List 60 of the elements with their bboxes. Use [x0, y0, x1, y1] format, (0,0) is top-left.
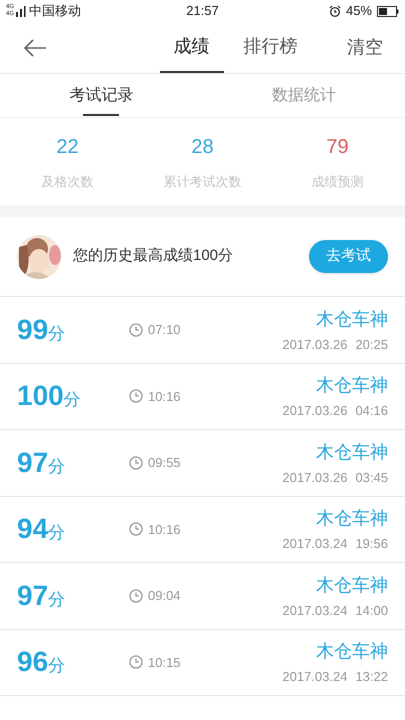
- score-unit: 分: [48, 322, 66, 345]
- user-name: 木仓车神: [316, 374, 388, 397]
- clock-icon: [129, 655, 143, 670]
- back-arrow-icon: [23, 38, 47, 56]
- record-date: 2017.03.26: [282, 402, 348, 420]
- header-tab[interactable]: 排行榜: [230, 22, 312, 73]
- score-value: 94: [17, 512, 48, 546]
- user-name: 木仓车神: [316, 308, 388, 330]
- clock-icon: [129, 522, 143, 536]
- battery-percent: 45%: [346, 2, 372, 20]
- record-date: 2017.03.24: [282, 602, 348, 620]
- clock-icon: [129, 322, 143, 337]
- battery-icon: [377, 6, 399, 16]
- alarm-icon: [328, 5, 341, 17]
- record-date: 2017.03.24: [282, 668, 348, 686]
- duration-text: 09:04: [148, 587, 181, 605]
- user-name: 木仓车神: [316, 440, 388, 464]
- record-date: 2017.03.26: [282, 336, 348, 354]
- clear-button[interactable]: 清空: [335, 22, 405, 73]
- score-value: 97: [17, 578, 48, 613]
- record-date: 2017.03.24: [282, 535, 348, 553]
- score-unit: 分: [48, 588, 66, 611]
- user-name: 木仓车神: [316, 574, 388, 596]
- record-time: 03:45: [355, 468, 388, 486]
- score-unit: 分: [48, 522, 66, 544]
- stat-value: 79: [326, 135, 349, 160]
- carrier-name: 中国移动: [29, 2, 82, 20]
- record-date: 2017.03.26: [282, 468, 348, 486]
- header-tab[interactable]: 成绩: [160, 22, 224, 73]
- stat-label: 成绩预测: [312, 173, 364, 191]
- score-value: 97: [17, 446, 48, 480]
- record-time: 20:25: [355, 336, 388, 354]
- stat-label: 累计考试次数: [164, 173, 242, 191]
- record-time: 04:16: [355, 402, 388, 420]
- clock-time: 21:57: [186, 2, 219, 20]
- score-unit: 分: [48, 456, 66, 478]
- duration-text: 10:15: [148, 654, 181, 672]
- stat-label: 及格次数: [42, 173, 94, 191]
- score-unit: 分: [64, 389, 81, 412]
- best-score-text: 您的历史最高成绩100分: [73, 246, 234, 266]
- user-name: 木仓车神: [316, 507, 388, 530]
- stat-value: 28: [191, 135, 214, 160]
- signal-icon: [15, 5, 28, 17]
- record-time: 14:00: [355, 602, 388, 620]
- score-value: 99: [17, 312, 48, 347]
- score-value: 96: [17, 645, 48, 680]
- duration-text: 09:55: [148, 454, 181, 472]
- stat-value: 22: [56, 135, 79, 160]
- clock-icon: [129, 588, 143, 603]
- clock-icon: [129, 389, 143, 404]
- score-unit: 分: [48, 655, 66, 678]
- duration-text: 10:16: [148, 388, 181, 406]
- clock-icon: [129, 456, 143, 470]
- duration-text: 10:16: [148, 520, 181, 538]
- duration-text: 07:10: [148, 321, 181, 339]
- user-name: 木仓车神: [316, 640, 388, 663]
- score-value: 100: [17, 379, 64, 414]
- record-time: 19:56: [355, 535, 388, 553]
- record-time: 13:22: [355, 668, 388, 686]
- sub-tab[interactable]: 考试记录: [69, 74, 134, 117]
